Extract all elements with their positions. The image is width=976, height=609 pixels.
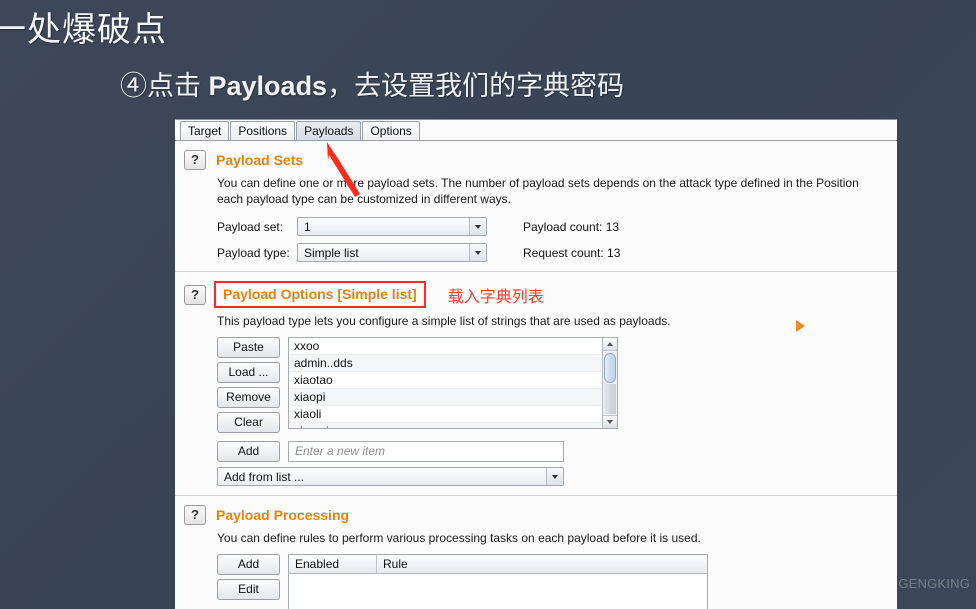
slide-subtitle-suffix: ，去设置我们的字典密码 <box>327 71 625 101</box>
add-from-list-value: Add from list ... <box>224 469 305 484</box>
payload-sets-desc-line2: each payload type can be customized in d… <box>217 192 511 206</box>
payload-set-label: Payload set: <box>217 219 284 234</box>
slide-subtitle-prefix: ④点击 <box>120 71 209 101</box>
slide-title: 一处爆破点 <box>0 11 167 49</box>
payload-set-value: 1 <box>304 219 311 234</box>
table-header-row: Enabled Rule <box>289 555 707 574</box>
load-button[interactable]: Load ... <box>217 362 280 383</box>
tab-bar: Target Positions Payloads Options <box>175 120 897 141</box>
slide-subtitle-bold: Payloads <box>208 71 328 101</box>
remove-button[interactable]: Remove <box>217 387 280 408</box>
tab-target[interactable]: Target <box>180 121 230 140</box>
payload-processing-description: You can define rules to perform various … <box>217 531 701 545</box>
chevron-down-icon[interactable] <box>469 244 486 261</box>
table-body <box>289 574 707 609</box>
section-payload-processing: ? Payload Processing You can define rule… <box>175 496 897 609</box>
payload-sets-desc-line1: You can define one or more payload sets.… <box>217 176 859 190</box>
marker-arrow-icon <box>796 320 805 332</box>
edit-rule-button[interactable]: Edit <box>217 579 280 600</box>
tab-payloads[interactable]: Payloads <box>296 121 362 140</box>
burp-intruder-window: Target Positions Payloads Options ? Payl… <box>175 119 897 609</box>
payload-count-label: Payload count: 13 <box>523 219 620 234</box>
list-item[interactable]: xiaoming <box>289 423 617 428</box>
list-item[interactable]: xiaotao <box>289 372 617 389</box>
payload-type-row: Payload type: Simple list Request count:… <box>217 243 897 262</box>
list-item[interactable]: admin..dds <box>289 355 617 372</box>
scroll-down-icon[interactable] <box>603 415 617 428</box>
payload-list-buttons: Paste Load ... Remove Clear <box>217 337 280 437</box>
payload-processing-title: Payload Processing <box>216 507 350 523</box>
add-payload-button[interactable]: Add <box>217 441 280 462</box>
scrollbar-thumb[interactable] <box>604 353 616 383</box>
tab-positions[interactable]: Positions <box>230 121 296 140</box>
payload-type-value: Simple list <box>304 245 359 260</box>
add-item-row: Add Enter a new item <box>217 441 897 462</box>
clear-button[interactable]: Clear <box>217 412 280 433</box>
list-item[interactable]: xxoo <box>289 338 617 355</box>
watermark: https://blog.csdn.net/MIGENGKING <box>759 576 970 591</box>
new-item-input[interactable]: Enter a new item <box>288 441 564 462</box>
request-count-label: Request count: 13 <box>523 245 621 260</box>
processing-buttons: Add Edit <box>217 554 280 609</box>
payload-type-select[interactable]: Simple list <box>297 243 487 262</box>
help-icon[interactable]: ? <box>184 150 206 170</box>
paste-button[interactable]: Paste <box>217 337 280 358</box>
tab-options[interactable]: Options <box>362 121 420 140</box>
payload-options-header: ? Payload Options [Simple list] 载入字典列表 <box>175 272 897 308</box>
list-item[interactable]: xiaoli <box>289 406 617 423</box>
list-item[interactable]: xiaopi <box>289 389 617 406</box>
add-from-list-select[interactable]: Add from list ... <box>217 467 564 486</box>
column-header-rule: Rule <box>383 557 408 571</box>
payload-type-label: Payload type: <box>217 245 290 260</box>
processing-rules-table: Enabled Rule <box>288 554 708 609</box>
column-header-enabled: Enabled <box>289 555 377 573</box>
payload-set-select[interactable]: 1 <box>297 217 487 236</box>
help-icon[interactable]: ? <box>184 505 206 525</box>
scrollbar-track[interactable] <box>604 384 616 414</box>
payload-set-row: Payload set: 1 Payload count: 13 <box>217 217 897 236</box>
slide-root: 一处爆破点 ④点击 Payloads，去设置我们的字典密码 Target Pos… <box>0 0 976 609</box>
payload-options-description: This payload type lets you configure a s… <box>217 314 671 328</box>
payload-list[interactable]: xxoo admin..dds xiaotao xiaopi xiaoli xi… <box>288 337 618 429</box>
scroll-up-icon[interactable] <box>603 338 617 351</box>
list-scrollbar[interactable] <box>602 338 617 428</box>
help-icon[interactable]: ? <box>184 284 206 305</box>
payloads-panel: ? Payload Sets You can define one or mor… <box>175 141 897 609</box>
payload-sets-header: ? Payload Sets <box>175 141 897 170</box>
payload-options-annotation: 载入字典列表 <box>447 288 544 306</box>
slide-subtitle: ④点击 Payloads，去设置我们的字典密码 <box>120 64 624 103</box>
chevron-down-icon[interactable] <box>546 468 563 485</box>
chevron-down-icon[interactable] <box>469 218 486 235</box>
section-payload-sets: ? Payload Sets You can define one or mor… <box>175 141 897 272</box>
add-rule-button[interactable]: Add <box>217 554 280 575</box>
payload-list-area: Paste Load ... Remove Clear xxoo admin..… <box>217 320 897 437</box>
payload-processing-header: ? Payload Processing <box>175 496 897 525</box>
section-payload-options: ? Payload Options [Simple list] 载入字典列表 T… <box>175 272 897 496</box>
payload-sets-description: You can define one or more payload sets.… <box>217 175 897 207</box>
payload-sets-title: Payload Sets <box>216 152 304 168</box>
payload-options-title: Payload Options [Simple list] <box>214 281 426 308</box>
payload-sets-form: Payload set: 1 Payload count: 13 Payload… <box>217 217 897 262</box>
